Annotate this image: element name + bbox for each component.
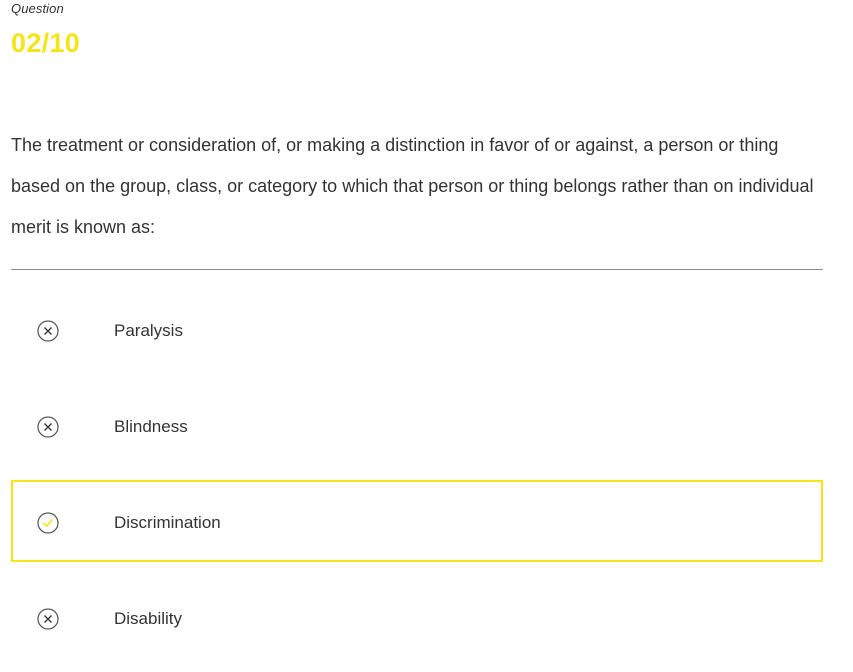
x-circle-icon: [37, 416, 59, 438]
answer-option-label: Paralysis: [114, 321, 183, 340]
x-circle-icon: [37, 608, 59, 630]
question-text: The treatment or consideration of, or ma…: [11, 135, 814, 237]
question-label: Question: [11, 1, 64, 16]
answer-option-label: Disability: [114, 609, 183, 628]
answer-option-paralysis[interactable]: Paralysis: [11, 288, 823, 370]
answer-option-blindness[interactable]: Blindness: [11, 384, 823, 466]
question-number: 02/10: [11, 28, 81, 58]
answer-options: Paralysis Blindness Discrimination Disab…: [11, 288, 823, 672]
answer-option-label: Blindness: [114, 417, 188, 436]
x-circle-icon: [37, 320, 59, 342]
answer-option-disability[interactable]: Disability: [11, 576, 823, 658]
divider: [11, 269, 823, 270]
answer-option-label: Discrimination: [114, 513, 221, 532]
check-circle-icon: [37, 512, 59, 534]
answer-option-discrimination[interactable]: Discrimination: [11, 480, 823, 562]
